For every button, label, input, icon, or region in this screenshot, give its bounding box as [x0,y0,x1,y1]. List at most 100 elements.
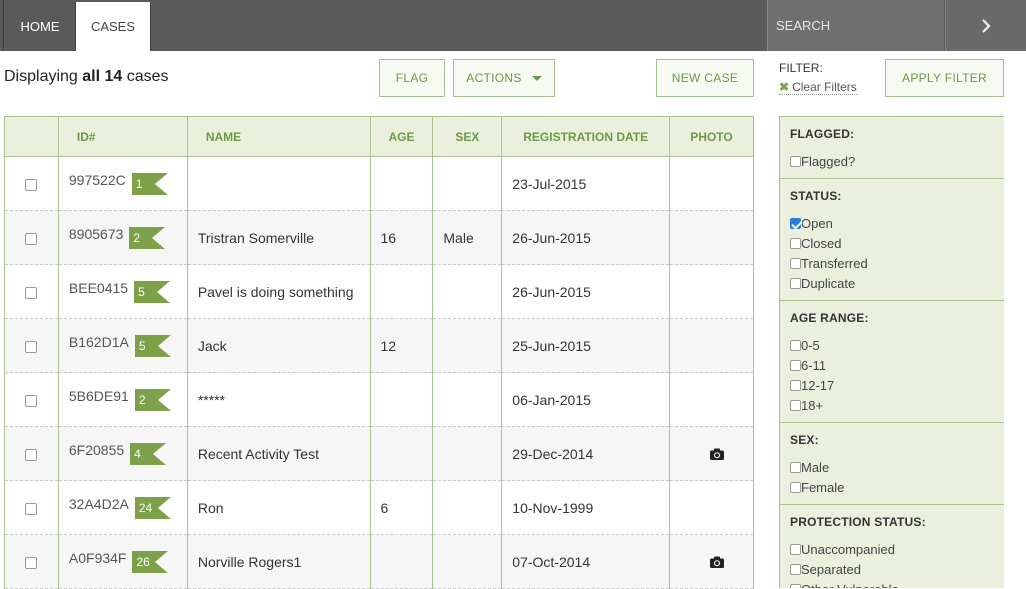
case-id-link[interactable]: 6F20855 [69,442,124,458]
filter-option[interactable]: Female [790,477,1004,497]
case-id-link[interactable]: A0F934F [69,550,127,566]
registration-date-cell: 29-Dec-2014 [501,426,671,481]
name-cell: Jack [186,318,371,373]
id-cell: 997522C 1 [57,156,188,211]
filter-checkbox[interactable] [790,359,801,371]
table-row[interactable]: 8905673 2 Tristran Somerville 16 Male 26-… [4,210,754,265]
column-header-photo[interactable]: PHOTO [669,116,754,157]
top-nav-bar: HOME CASES SEARCH [0,0,1026,51]
row-select-checkbox[interactable] [25,286,38,299]
cases-table: ID# NAME AGE SEX REGISTRATION DATE PHOTO… [4,116,754,589]
sex-cell [432,372,503,427]
actions-dropdown-button[interactable]: ACTIONS [453,59,555,97]
filter-option-label: Closed [801,235,842,251]
flag-count-badge[interactable]: 5 [134,334,171,357]
filter-checkbox[interactable] [790,237,801,249]
table-row[interactable]: 6F20855 4 Recent Activity Test 29-Dec-201… [4,426,754,481]
column-header-id[interactable]: ID# [57,116,188,157]
table-row[interactable]: B162D1A 5 Jack 12 25-Jun-2015 [4,318,754,373]
filter-option[interactable]: 0-5 [790,335,1004,355]
filter-checkbox[interactable] [790,543,801,555]
filter-checkbox[interactable] [790,257,801,269]
displaying-prefix: Displaying [4,68,78,85]
search-input[interactable]: SEARCH [767,0,944,51]
filter-checkbox[interactable] [790,461,801,473]
case-id-link[interactable]: 997522C [69,172,126,188]
id-cell: 8905673 2 [57,210,188,265]
column-header-sex[interactable]: SEX [432,116,503,157]
filter-option[interactable]: Other Vulnerable [790,579,1004,588]
row-select-cell [4,534,59,589]
flag-count-badge[interactable]: 2 [129,226,166,249]
column-header-registration-date[interactable]: REGISTRATION DATE [501,116,671,157]
table-row[interactable]: A0F934F 26 Norville Rogers1 07-Oct-2014 [4,534,754,589]
age-cell [369,534,434,589]
photo-cell [669,480,754,535]
filter-checkbox[interactable] [790,563,801,575]
filter-option[interactable]: Transferred [790,253,1004,273]
filter-option[interactable]: Duplicate [790,273,1004,293]
age-cell [369,264,434,319]
tab-cases[interactable]: CASES [76,2,151,51]
filter-checkbox[interactable] [790,583,801,588]
flag-count-badge[interactable]: 2 [134,388,171,411]
apply-filter-button[interactable]: APPLY FILTER [885,59,1004,97]
row-select-checkbox[interactable] [25,340,38,353]
filter-option[interactable]: Closed [790,233,1004,253]
filter-option[interactable]: Flagged? [790,151,1004,171]
filter-section-title: FLAGGED: [790,127,855,141]
case-id-link[interactable]: 8905673 [69,226,124,242]
caret-down-icon [531,75,542,81]
filter-option[interactable]: Unaccompanied [790,539,1004,559]
name-cell [186,156,371,211]
photo-indicator[interactable] [680,448,753,460]
row-select-checkbox[interactable] [25,178,38,191]
filter-option[interactable]: 6-11 [790,355,1004,375]
id-cell-content: B162D1A 5 [69,334,187,357]
photo-indicator[interactable] [680,556,753,568]
flag-button[interactable]: FLAG [379,59,445,97]
table-row[interactable]: BEE0415 5 Pavel is doing something 26-Jun… [4,264,754,319]
flag-count-badge[interactable]: 4 [130,442,167,465]
new-case-button[interactable]: NEW CASE [656,59,754,97]
row-select-checkbox[interactable] [25,448,38,461]
column-header-age[interactable]: AGE [369,116,434,157]
filter-checkbox[interactable] [790,399,801,411]
case-id-link[interactable]: BEE0415 [69,280,128,296]
flag-count-badge[interactable]: 24 [134,496,171,519]
table-row[interactable]: 5B6DE91 2 ***** 06-Jan-2015 [4,372,754,427]
filter-checkbox[interactable] [790,339,801,351]
column-header-name[interactable]: NAME [186,116,371,157]
id-cell-content: 32A4D2A 24 [69,496,187,519]
row-select-checkbox[interactable] [25,556,38,569]
filter-checkbox[interactable] [790,277,801,289]
row-select-checkbox[interactable] [25,232,38,245]
row-select-cell [4,156,59,211]
filter-checkbox[interactable] [790,155,801,167]
filter-checkbox[interactable] [790,481,801,493]
flag-count-badge[interactable]: 1 [131,172,168,195]
id-cell: 6F20855 4 [57,426,188,481]
search-submit-button[interactable] [945,0,1026,51]
filter-checkbox[interactable] [790,379,801,391]
displaying-count: all 14 [82,68,123,85]
filter-option[interactable]: 12-17 [790,375,1004,395]
filter-option[interactable]: 18+ [790,395,1004,415]
row-select-checkbox[interactable] [25,502,38,515]
filter-label: FILTER: [779,61,823,75]
case-id-link[interactable]: 32A4D2A [69,496,129,512]
clear-filters-link[interactable]: ✖ Clear Filters [779,80,857,95]
filter-option[interactable]: Separated [790,559,1004,579]
table-row[interactable]: 32A4D2A 24 Ron 6 10-Nov-1999 [4,480,754,535]
case-count-summary: Displaying all 14 cases [4,68,169,86]
case-id-link[interactable]: 5B6DE91 [69,388,129,404]
case-id-link[interactable]: B162D1A [69,334,129,350]
row-select-checkbox[interactable] [25,394,38,407]
filter-option[interactable]: Open [790,213,1004,233]
flag-count-badge[interactable]: 26 [132,550,169,573]
flag-count-badge[interactable]: 5 [134,280,171,303]
table-row[interactable]: 997522C 1 23-Jul-2015 [4,156,754,211]
filter-option[interactable]: Male [790,457,1004,477]
tab-home[interactable]: HOME [5,2,76,51]
filter-checkbox[interactable] [790,217,801,229]
